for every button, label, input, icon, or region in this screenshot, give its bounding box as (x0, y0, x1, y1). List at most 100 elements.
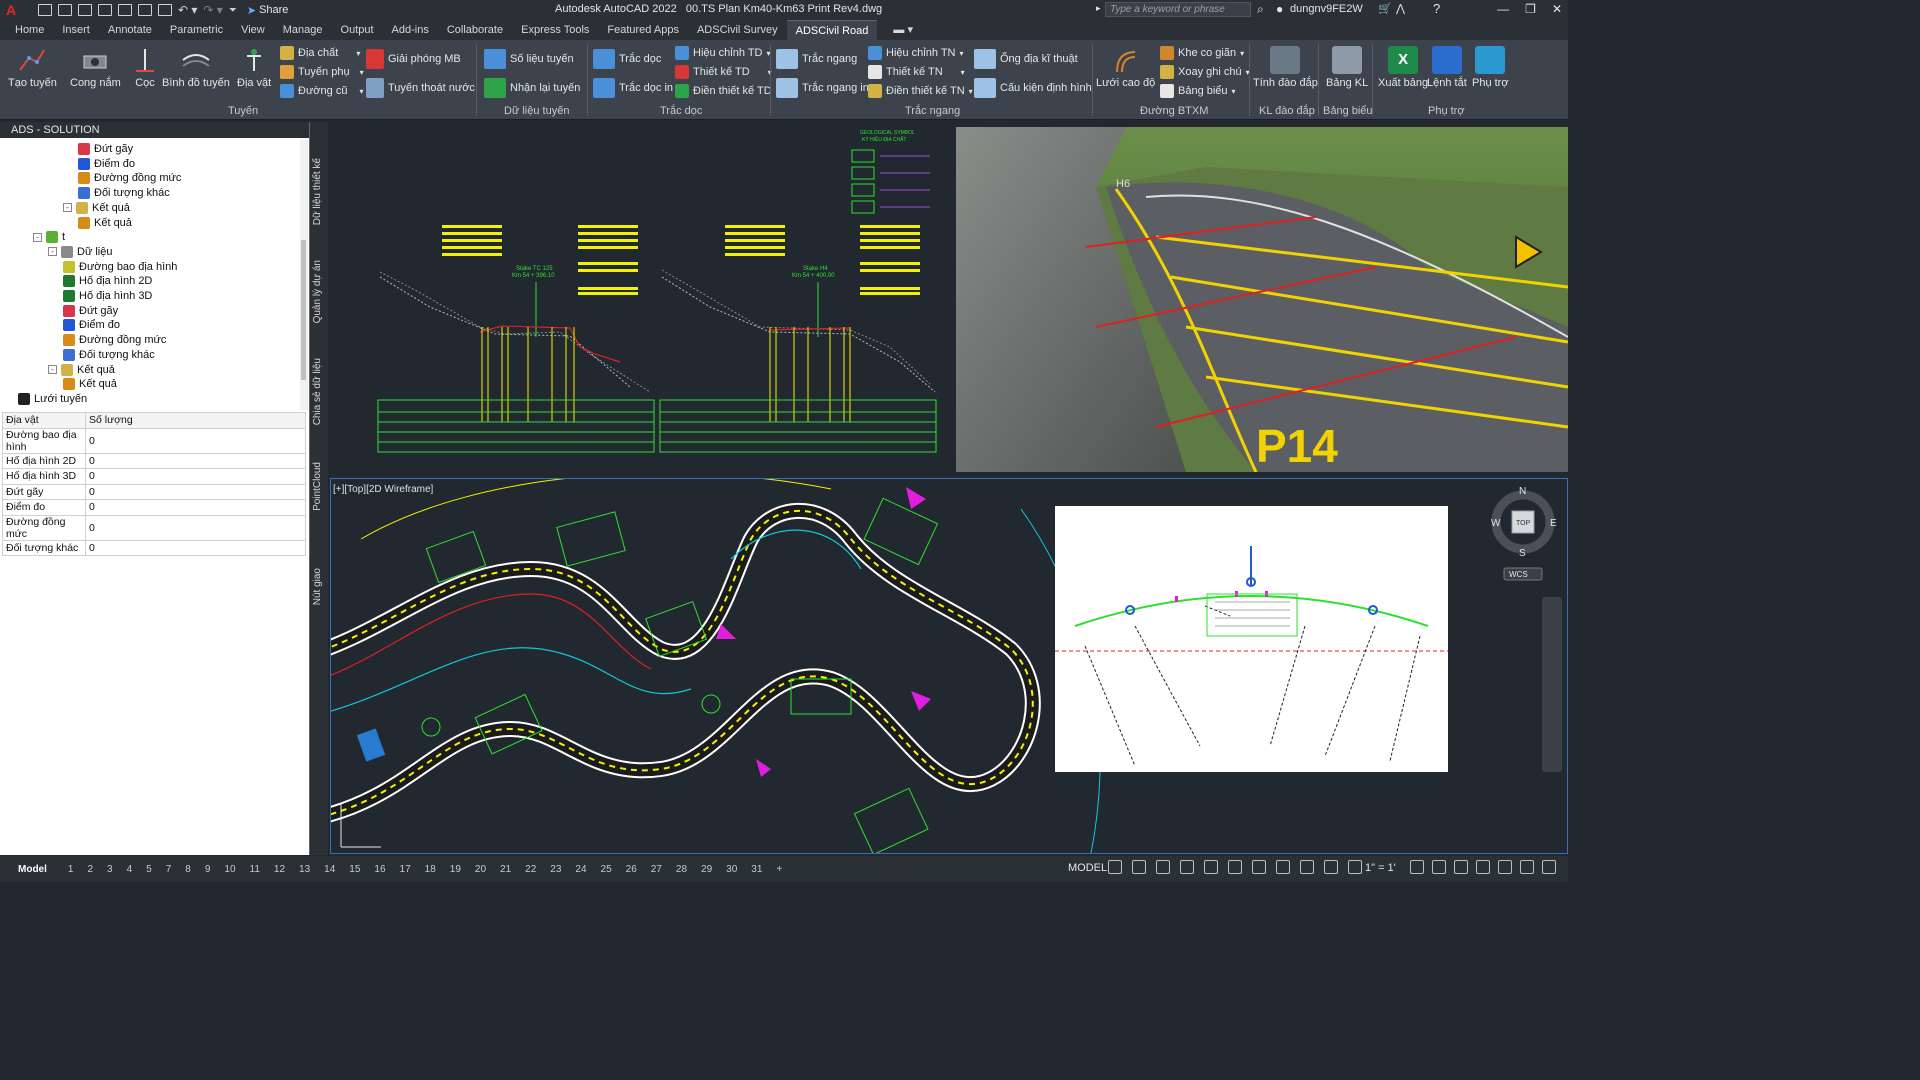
tree-item[interactable]: Kết quả (78, 216, 132, 230)
table-row[interactable]: Điểm đo 0 (2, 499, 306, 516)
dien-thiet-ke-tn-button[interactable]: Điền thiết kế TN ▾ (868, 84, 973, 98)
user-name[interactable]: dungnv9FE2W (1290, 3, 1363, 15)
layout-tab[interactable]: 17 (393, 864, 418, 875)
annotation-scale-icon[interactable] (1300, 860, 1314, 874)
side-tab-data-sharing[interactable]: Chia sẻ dữ liệu (312, 358, 323, 425)
new-file-icon[interactable] (38, 4, 52, 16)
cross-section-viewport[interactable]: GEOLOGICAL SYMBOL KÝ HIỆU ĐỊA CHẤT Stake… (330, 122, 956, 474)
table-row[interactable]: Hố địa hình 3D 0 (2, 468, 306, 485)
quick-properties-icon[interactable] (1476, 860, 1490, 874)
tree-scrollbar[interactable] (300, 140, 308, 410)
tab-adscivil-road[interactable]: ADSCivil Road (786, 20, 878, 40)
intersection-detail-inset[interactable] (1055, 506, 1448, 772)
dia-vat-button[interactable]: Địa vật (237, 46, 271, 89)
dien-thiet-ke-td-button[interactable]: Điền thiết kế TD (675, 84, 772, 98)
autocad-logo-icon[interactable]: A (0, 0, 22, 20)
thiet-ke-tn-button[interactable]: Thiết kế TN ▾ (868, 65, 965, 79)
isodraft-icon[interactable] (1204, 860, 1218, 874)
tree-expander-icon[interactable]: - (48, 247, 57, 257)
tab-add-ins[interactable]: Add-ins (383, 20, 438, 40)
tree-item[interactable]: Đối tượng khác (63, 348, 155, 362)
ribbon-minimize-toggle[interactable]: ▬ ▾ (877, 20, 922, 40)
trac-doc-in-button[interactable]: Trắc dọc in (593, 78, 673, 98)
layout-tab[interactable]: 11 (243, 864, 267, 875)
xoay-ghi-chu-button[interactable]: Xoay ghi chú ▾ (1160, 65, 1250, 79)
table-row[interactable]: Đường đồng mức 0 (2, 514, 306, 541)
layout-tab[interactable]: 29 (694, 864, 719, 875)
tab-manage[interactable]: Manage (274, 20, 332, 40)
model-space-toggle[interactable]: MODEL (1068, 862, 1107, 874)
so-lieu-tuyen-button[interactable]: Số liệu tuyến (484, 49, 574, 69)
luoi-cao-do-button[interactable]: Lưới cao độ (1096, 46, 1155, 89)
layout-tab[interactable]: 13 (292, 864, 317, 875)
tab-view[interactable]: View (232, 20, 274, 40)
layout-tab[interactable]: 27 (644, 864, 669, 875)
layout-tab[interactable]: 19 (443, 864, 468, 875)
table-row[interactable]: Đường bao địa hình 0 (2, 427, 306, 454)
layout-tab[interactable]: 26 (619, 864, 644, 875)
workspace-gear-icon[interactable] (1410, 860, 1424, 874)
tree-item[interactable]: - Kết quả (63, 201, 130, 215)
layout-tab[interactable]: 20 (468, 864, 493, 875)
share-button[interactable]: ➤ Share (247, 4, 289, 17)
layout-tab[interactable]: 30 (719, 864, 744, 875)
tab-featured-apps[interactable]: Featured Apps (598, 20, 688, 40)
add-layout-button[interactable]: + (769, 864, 789, 875)
dia-chat-button[interactable]: Địa chất ▾ (280, 46, 360, 60)
search-icon[interactable]: ⌕ (1257, 2, 1264, 17)
tab-insert[interactable]: Insert (53, 20, 99, 40)
open-web-icon[interactable] (118, 4, 132, 16)
tree-item[interactable]: Đường đồng mức (78, 171, 181, 185)
annotation-scale-value[interactable]: 1" = 1' (1365, 862, 1396, 874)
polar-icon[interactable] (1180, 860, 1194, 874)
trac-ngang-button[interactable]: Trắc ngang (776, 49, 857, 69)
user-icon[interactable]: ● (1276, 2, 1283, 16)
phu-tro-button[interactable]: Phụ trợ (1472, 46, 1509, 89)
bang-kl-button[interactable]: Bảng KL (1326, 46, 1368, 89)
tree-item[interactable]: Điểm đo (63, 318, 120, 332)
save-web-icon[interactable] (138, 4, 152, 16)
tree-item[interactable]: Đứt gãy (63, 304, 118, 318)
trac-doc-button[interactable]: Trắc dọc (593, 49, 661, 69)
wcs-label[interactable]: WCS (1509, 570, 1528, 579)
khe-co-gian-button[interactable]: Khe co giãn ▾ (1160, 46, 1244, 60)
plan-viewport[interactable]: [+][Top][2D Wireframe] TOP N S E W WCS (330, 478, 1568, 854)
restore-icon[interactable]: ❐ (1525, 2, 1536, 16)
tree-expander-icon[interactable]: - (48, 365, 57, 374)
minimize-icon[interactable]: — (1497, 2, 1509, 16)
layout-tab[interactable]: 21 (493, 864, 518, 875)
layout-tab[interactable]: 16 (367, 864, 392, 875)
grid-icon[interactable] (1108, 860, 1122, 874)
units-icon[interactable] (1454, 860, 1468, 874)
layout-tab[interactable]: 1 (61, 864, 81, 875)
side-tab-project-manager[interactable]: Quản lý dự án (312, 260, 323, 323)
tree-item[interactable]: -t (33, 230, 65, 244)
tree-item[interactable]: Đối tượng khác (78, 186, 170, 200)
tree-item[interactable]: Đứt gãy (78, 142, 133, 156)
tab-home[interactable]: Home (6, 20, 53, 40)
layout-tab[interactable]: 28 (669, 864, 694, 875)
table-row[interactable]: Đối tượng khác 0 (2, 539, 306, 556)
tuyen-thoat-nuoc-button[interactable]: Tuyến thoát nước (366, 78, 475, 98)
duong-cu-button[interactable]: Đường cũ ▾ (280, 84, 363, 98)
annotation-visibility-icon[interactable] (1324, 860, 1338, 874)
binh-do-tuyen-button[interactable]: Bình đồ tuyến (162, 46, 230, 89)
save-as-icon[interactable] (98, 4, 112, 16)
undo-icon[interactable]: ↶ ▾ (178, 3, 197, 17)
hieu-chinh-td-button[interactable]: Hiệu chỉnh TD ▾ (675, 46, 771, 60)
table-row[interactable]: Hố địa hình 2D 0 (2, 452, 306, 469)
autoscale-icon[interactable] (1348, 860, 1362, 874)
tree-item[interactable]: Hố địa hình 3D (63, 289, 152, 303)
bang-bieu-small-button[interactable]: Bảng biểu ▾ (1160, 84, 1236, 98)
tab-output[interactable]: Output (332, 20, 383, 40)
tab-adscivil-survey[interactable]: ADSCivil Survey (688, 20, 787, 40)
selection-cycling-icon[interactable] (1276, 860, 1290, 874)
annotation-monitor-icon[interactable] (1432, 860, 1446, 874)
ortho-icon[interactable] (1156, 860, 1170, 874)
hieu-chinh-tn-button[interactable]: Hiệu chỉnh TN ▾ (868, 46, 964, 60)
layout-tab[interactable]: 2 (80, 864, 100, 875)
layout-tab[interactable]: 12 (267, 864, 292, 875)
tree-item[interactable]: Kết quả (63, 377, 117, 391)
side-tab-design-data[interactable]: Dữ liệu thiết kế (312, 158, 323, 225)
view-cube[interactable]: TOP N S E W WCS (1491, 486, 1561, 587)
